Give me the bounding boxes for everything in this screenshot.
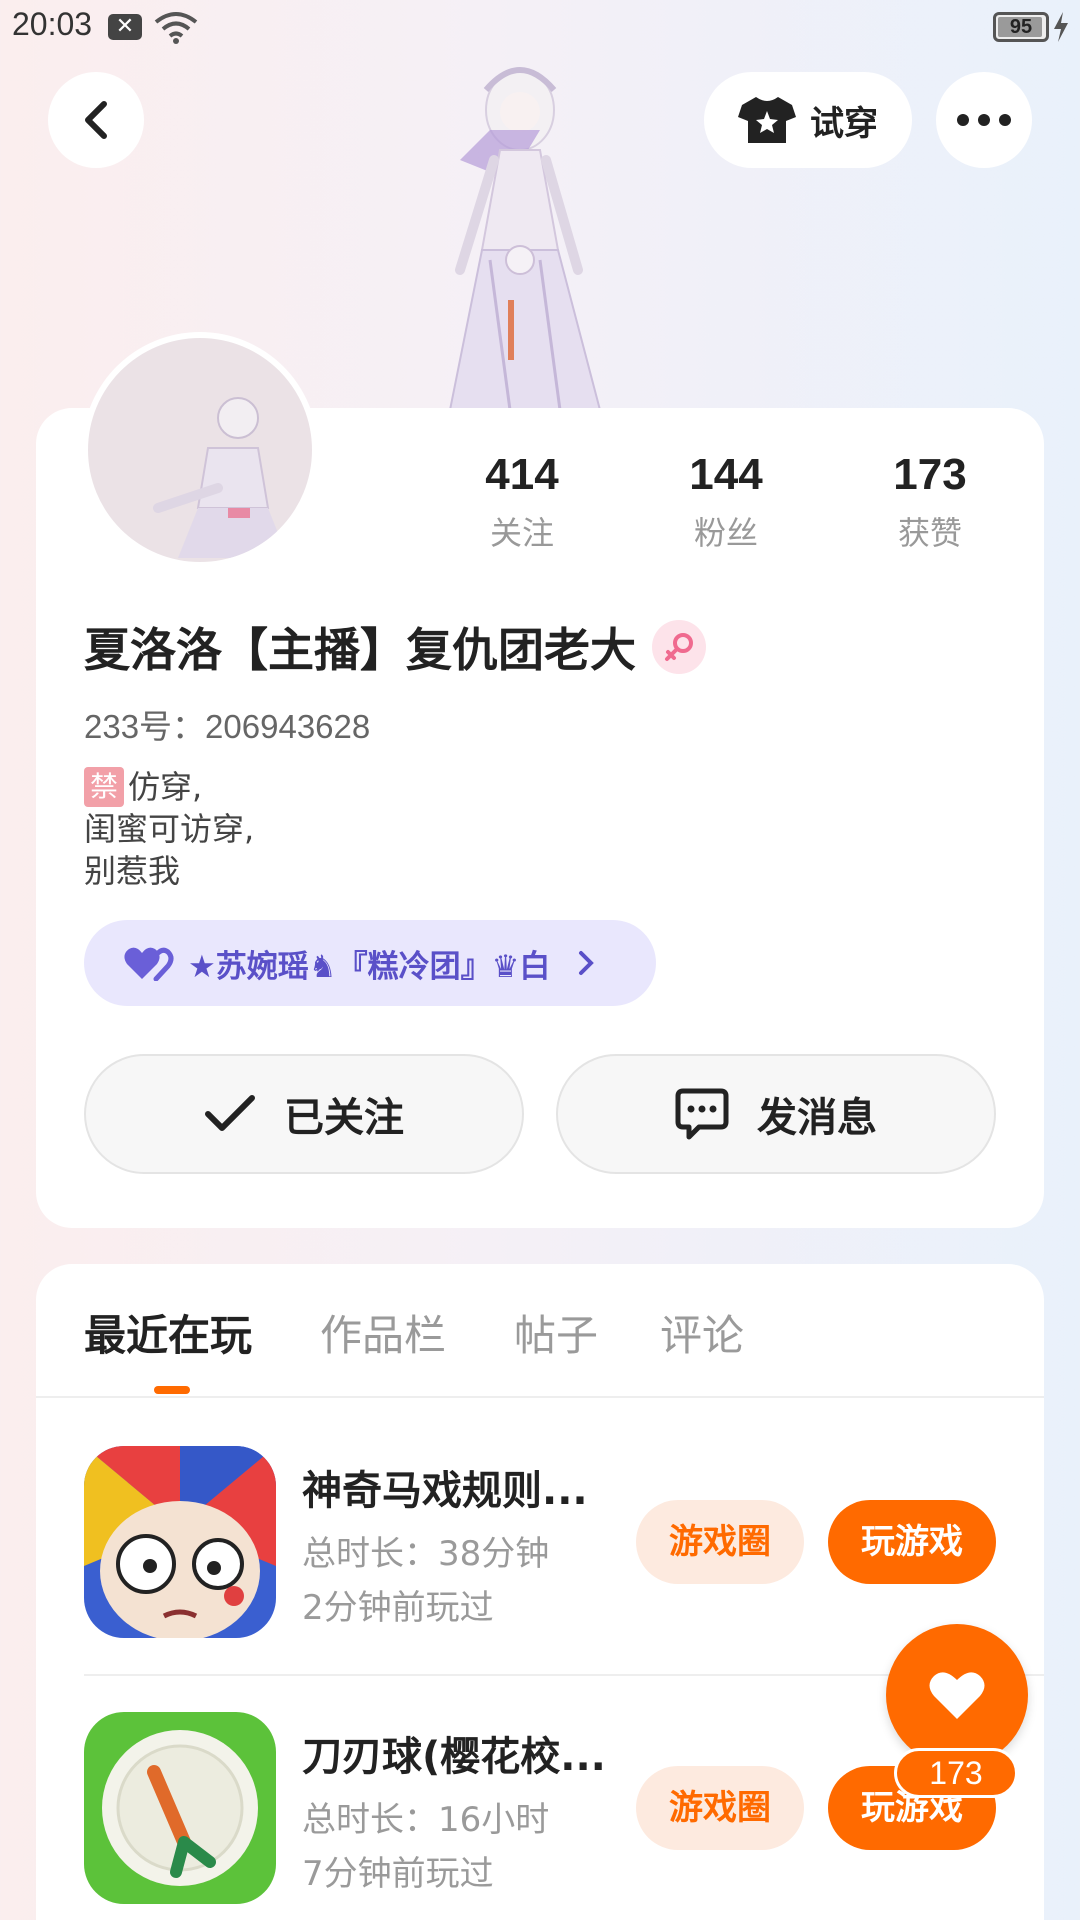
battery-level: 95 <box>1009 16 1033 38</box>
nickname: 夏洛洛【主播】复仇团老大 <box>84 623 636 677</box>
list-item[interactable]: 刀刃球(樱花校... 总时长：16小时 7分钟前玩过 游戏圈 玩游戏 <box>84 1712 1044 1912</box>
more-dots-icon <box>957 114 1011 126</box>
status-time: 20:03 <box>12 6 93 42</box>
guild-name: ★苏婉瑶♞『糕冷团』♛白 <box>188 948 551 985</box>
more-options-button[interactable] <box>936 72 1032 168</box>
bio-line-3: 别惹我 <box>84 852 181 890</box>
wifi-icon <box>154 12 198 44</box>
user-id: 233号：206943628 <box>84 708 371 745</box>
double-heart-icon <box>124 947 174 981</box>
bio-line-1: 仿穿, <box>128 768 203 806</box>
game-last-played: 7分钟前玩过 <box>302 1854 494 1894</box>
tab-posts[interactable]: 帖子 <box>514 1302 598 1363</box>
battery-indicator: 95 <box>993 12 1049 42</box>
chevron-left-icon <box>85 101 107 139</box>
bio: 禁 仿穿, 闺蜜可访穿, 别惹我 <box>84 766 254 892</box>
charging-bolt-icon <box>1054 12 1068 42</box>
send-message-button[interactable]: 发消息 <box>556 1054 996 1174</box>
tab-divider <box>36 1396 1044 1398</box>
like-button[interactable] <box>886 1624 1028 1766</box>
game-icon-blade-ball[interactable] <box>84 1712 276 1904</box>
heart-icon <box>929 1672 985 1719</box>
following-label: 关注 <box>489 514 554 552</box>
tab-works[interactable]: 作品栏 <box>320 1302 446 1363</box>
game-name: 刀刃球(樱花校... <box>302 1734 606 1780</box>
nickname-row: 夏洛洛【主播】复仇团老大 <box>84 614 706 680</box>
followers-count: 144 <box>689 450 763 499</box>
like-count: 173 <box>894 1748 1018 1798</box>
game-circle-button[interactable]: 游戏圈 <box>636 1500 804 1584</box>
chat-bubble-icon <box>675 1088 729 1140</box>
stat-followers[interactable]: 144 粉丝 <box>646 450 806 554</box>
guild-badge[interactable]: ★苏婉瑶♞『糕冷团』♛白 <box>84 920 656 1006</box>
bio-line-2: 闺蜜可访穿, <box>84 810 255 848</box>
likes-label: 获赞 <box>897 514 962 552</box>
list-item[interactable]: 神奇马戏规则... 总时长：38分钟 2分钟前玩过 游戏圈 玩游戏 <box>84 1446 1044 1646</box>
game-duration: 总时长：16小时 <box>302 1800 550 1840</box>
tshirt-star-icon <box>738 97 796 143</box>
stat-likes[interactable]: 173 获赞 <box>850 450 1010 554</box>
game-icon-circus[interactable] <box>84 1446 276 1638</box>
followed-label: 已关注 <box>284 1095 404 1141</box>
game-last-played: 2分钟前玩过 <box>302 1588 494 1628</box>
x-box-icon: ✕ <box>108 14 142 40</box>
back-button[interactable] <box>48 72 144 168</box>
try-on-label: 试穿 <box>810 103 878 144</box>
outfit-figure-image <box>448 67 602 410</box>
avatar[interactable] <box>82 332 318 568</box>
tab-comments[interactable]: 评论 <box>660 1302 744 1363</box>
following-count: 414 <box>485 450 559 499</box>
likes-count: 173 <box>893 450 967 499</box>
avatar-image <box>88 338 312 562</box>
stat-following[interactable]: 414 关注 <box>442 450 602 554</box>
female-icon <box>652 620 706 674</box>
checkmark-icon <box>205 1095 255 1131</box>
followers-label: 粉丝 <box>693 514 758 552</box>
status-bar: 20:03 ✕ 95 <box>0 0 1080 56</box>
play-game-button[interactable]: 玩游戏 <box>828 1500 996 1584</box>
followed-button[interactable]: 已关注 <box>84 1054 524 1174</box>
forbid-badge: 禁 <box>84 767 124 807</box>
game-circle-button[interactable]: 游戏圈 <box>636 1766 804 1850</box>
game-duration: 总时长：38分钟 <box>302 1534 550 1574</box>
send-message-label: 发消息 <box>757 1095 877 1141</box>
tab-indicator <box>154 1386 190 1394</box>
game-name: 神奇马戏规则... <box>302 1468 588 1514</box>
try-on-button[interactable]: 试穿 <box>704 72 912 168</box>
chevron-right-icon <box>579 951 595 975</box>
tab-recently-played[interactable]: 最近在玩 <box>84 1302 252 1363</box>
